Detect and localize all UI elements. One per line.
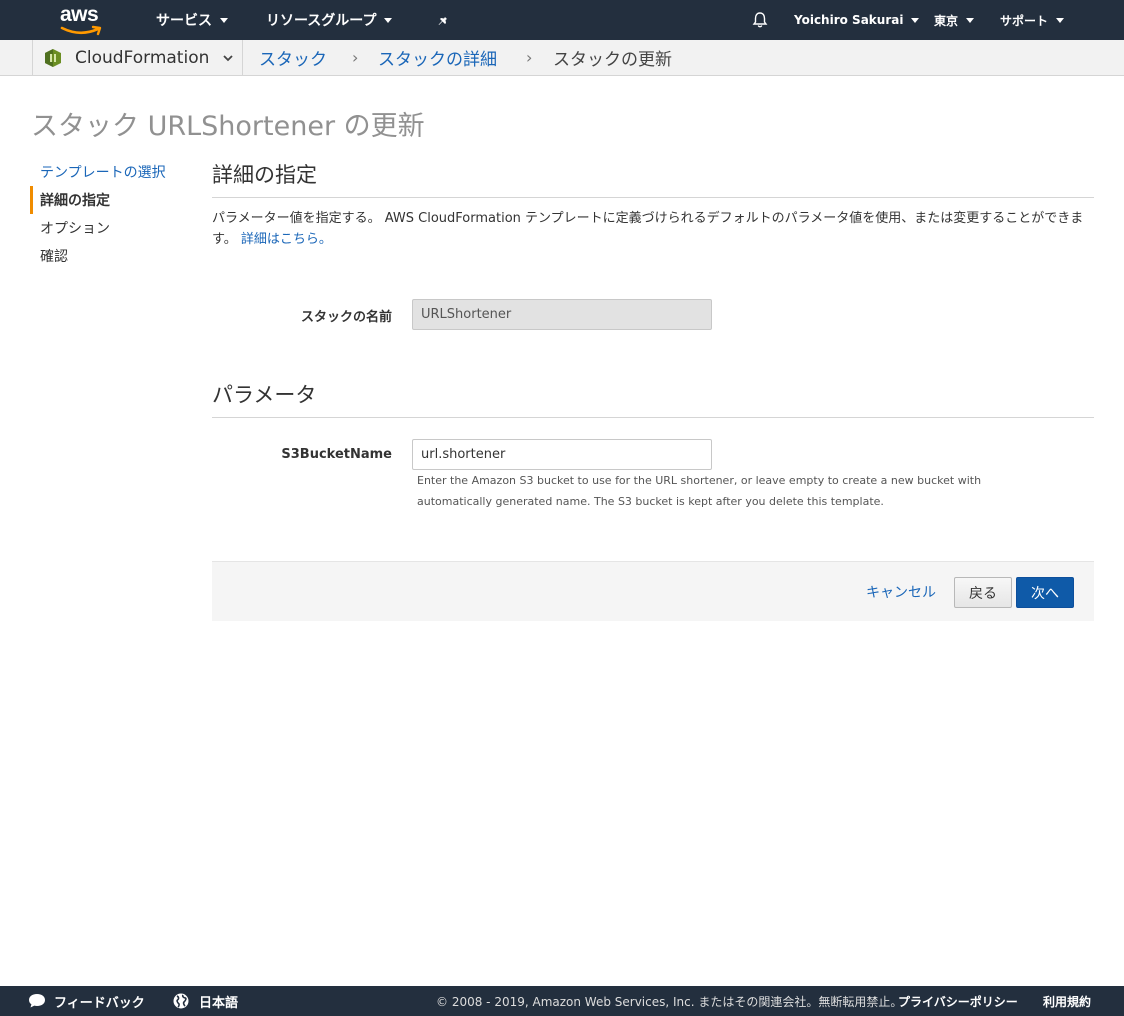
feedback-label: フィードバック	[54, 995, 145, 1011]
chevron-down-icon	[911, 17, 920, 23]
services-label: サービス	[156, 13, 212, 29]
cloudformation-icon	[45, 48, 61, 67]
breadcrumb-separator: ›	[352, 48, 359, 67]
pin-button[interactable]	[437, 0, 451, 40]
service-name: CloudFormation	[75, 47, 210, 68]
s3-bucket-help: Enter the Amazon S3 bucket to use for th…	[417, 474, 982, 508]
page-title: スタック URLShortener の更新	[31, 111, 425, 142]
breadcrumb-separator: ›	[526, 48, 533, 67]
divider	[212, 417, 1094, 418]
pin-icon	[438, 14, 447, 25]
aws-logo-text: aws	[60, 3, 99, 26]
s3-bucket-input[interactable]	[412, 439, 712, 470]
language-label: 日本語	[199, 995, 239, 1011]
chat-bubble-icon	[29, 994, 45, 1008]
chevron-down-icon	[1056, 17, 1065, 23]
chevron-down-icon	[220, 17, 228, 23]
services-menu[interactable]: サービス	[156, 0, 228, 40]
parameters-heading: パラメータ	[212, 383, 317, 407]
step-options: オプション	[40, 221, 110, 237]
region-menu[interactable]: 東京	[934, 0, 975, 40]
support-label: サポート	[1000, 13, 1049, 28]
step-specify-details: 詳細の指定	[30, 186, 200, 214]
user-name: Yoichiro Sakurai	[794, 13, 904, 27]
breadcrumb-update-stack: スタックの更新	[553, 50, 672, 70]
bell-icon	[752, 12, 768, 28]
service-switcher[interactable]: CloudFormation	[32, 40, 243, 75]
chevron-down-icon	[223, 54, 234, 61]
back-button[interactable]: 戻る	[954, 577, 1012, 608]
details-description: パラメーター値を指定する。 AWS CloudFormation テンプレートに…	[212, 208, 1094, 250]
aws-logo[interactable]: aws	[58, 3, 104, 36]
notifications-button[interactable]	[751, 0, 769, 40]
privacy-policy-link[interactable]: プライバシーポリシー	[898, 986, 1018, 1016]
support-menu[interactable]: サポート	[1000, 0, 1065, 40]
stack-name-field	[412, 299, 712, 330]
chevron-down-icon	[384, 17, 393, 23]
feedback-button[interactable]: フィードバック	[28, 986, 145, 1016]
cancel-button[interactable]: キャンセル	[866, 582, 936, 602]
stack-name-label: スタックの名前	[300, 310, 392, 325]
globe-icon	[173, 993, 189, 1009]
breadcrumb-stacks[interactable]: スタック	[259, 40, 327, 75]
description-text: パラメーター値を指定する。 AWS CloudFormation テンプレートに…	[212, 211, 1084, 247]
region-label: 東京	[934, 13, 959, 28]
step-review: 確認	[40, 249, 68, 265]
chevron-down-icon	[966, 17, 975, 23]
language-selector[interactable]: 日本語	[173, 986, 238, 1016]
divider	[212, 197, 1094, 198]
top-nav: aws サービス リソースグループ Yoichiro Sakurai 東京 サポ…	[0, 0, 1124, 40]
next-button[interactable]: 次へ	[1016, 577, 1074, 608]
breadcrumb-stack-details[interactable]: スタックの詳細	[378, 40, 497, 75]
learn-more-link[interactable]: 詳細はこちら。	[241, 232, 332, 247]
breadcrumb: CloudFormation スタック › スタックの詳細 › スタックの更新	[0, 40, 1124, 76]
account-menu[interactable]: Yoichiro Sakurai	[794, 0, 920, 40]
wizard-actions: キャンセル 戻る 次へ	[212, 561, 1094, 621]
footer: フィードバック 日本語 © 2008 - 2019, Amazon Web Se…	[0, 986, 1124, 1016]
resource-groups-menu[interactable]: リソースグループ	[266, 0, 393, 40]
s3-bucket-label: S3BucketName	[281, 447, 392, 462]
details-heading: 詳細の指定	[212, 163, 317, 187]
aws-smile-icon	[60, 25, 102, 36]
step-select-template[interactable]: テンプレートの選択	[30, 158, 200, 186]
wizard-steps: テンプレートの選択 詳細の指定 オプション 確認	[30, 158, 200, 270]
copyright: © 2008 - 2019, Amazon Web Services, Inc.…	[436, 994, 903, 1009]
terms-of-use-link[interactable]: 利用規約	[1043, 986, 1091, 1016]
resource-groups-label: リソースグループ	[266, 13, 377, 29]
